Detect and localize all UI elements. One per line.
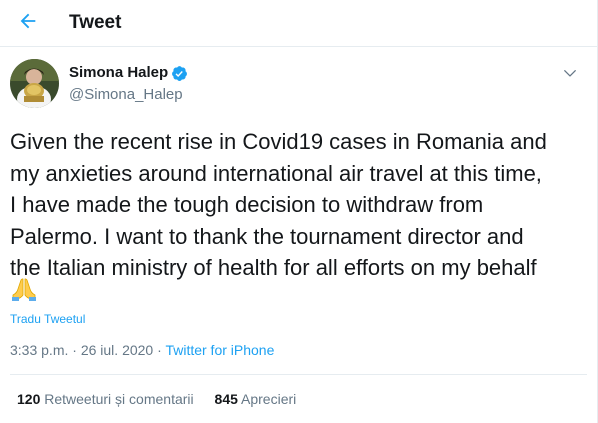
divider [10,374,587,375]
tweet-time[interactable]: 3:33 p.m. [10,342,68,358]
retweets-count: 120 [17,391,41,407]
likes-count: 845 [214,391,238,407]
back-button[interactable] [14,7,42,35]
tweet-text: Given the recent rise in Covid19 cases i… [10,129,547,280]
avatar[interactable] [10,59,59,108]
arrow-left-icon [20,13,36,29]
tweet-menu-button[interactable] [560,63,580,83]
tweet-meta: 3:33 p.m. · 26 iul. 2020 · Twitter for i… [10,342,274,359]
page-header: Tweet [0,0,597,47]
verified-badge-icon [172,66,187,81]
meta-separator-2: · [153,342,166,358]
author-name[interactable]: Simona Halep [69,64,168,82]
likes-stat[interactable]: 845 Aprecieri [215,391,297,408]
page-title: Tweet [69,12,122,33]
translate-tweet-link[interactable]: Tradu Tweetul [10,312,85,326]
author-handle[interactable]: @Simona_Halep [69,86,183,104]
tweet-detail-page: Tweet Simona Halep @Simona_Halep Given t… [0,0,598,423]
retweets-label: Retweeturi și comentarii [44,391,194,407]
chevron-down-icon [564,70,576,77]
folded-hands-icon [12,278,36,301]
meta-separator: · [68,342,81,358]
likes-label: Aprecieri [241,391,297,407]
tweet-source-link[interactable]: Twitter for iPhone [165,342,274,358]
retweets-stat[interactable]: 120 Retweeturi și comentarii [17,391,194,408]
tweet-stats: 120 Retweeturi și comentarii 845 Aprecie… [17,391,296,408]
tweet-date[interactable]: 26 iul. 2020 [81,342,153,358]
